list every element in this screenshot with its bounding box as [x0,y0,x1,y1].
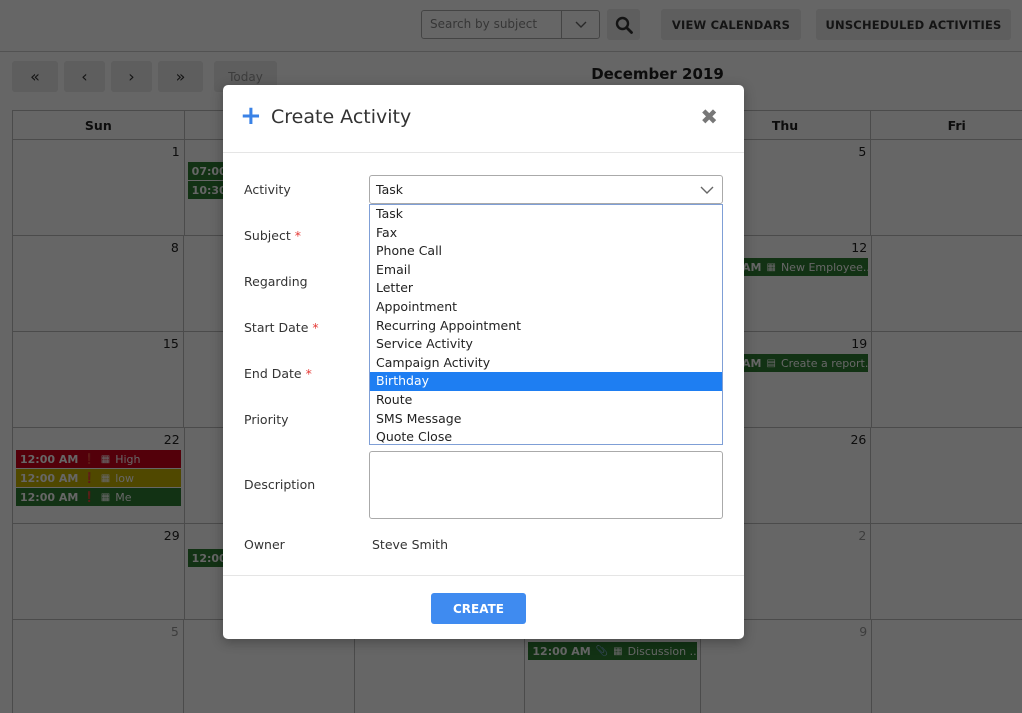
chevron-down-icon [700,186,714,194]
activity-options-list: Task Fax Phone Call Email Letter Appoint… [369,204,723,445]
priority-label: Priority [244,412,289,427]
activity-option[interactable]: Campaign Activity [370,354,722,373]
activity-option[interactable]: Task [370,205,722,224]
activity-option[interactable]: Fax [370,224,722,243]
activity-select[interactable]: Task [369,175,723,204]
activity-option[interactable]: SMS Message [370,410,722,429]
required-indicator: * [305,366,312,381]
owner-value: Steve Smith [372,537,448,552]
activity-option[interactable]: Email [370,261,722,280]
regarding-label: Regarding [244,274,308,289]
activity-option[interactable]: Service Activity [370,335,722,354]
plus-icon: + [240,101,262,131]
dialog-title: Create Activity [271,106,412,128]
dialog-footer: CREATE [223,575,744,639]
required-indicator: * [312,320,319,335]
dialog-header: + Create Activity ✖ [223,85,744,153]
end-date-label: End Date * [244,366,312,381]
description-label: Description [244,477,316,492]
activity-option[interactable]: Phone Call [370,242,722,261]
owner-label: Owner [244,537,285,552]
activity-option[interactable]: Quote Close [370,428,722,447]
create-activity-dialog: + Create Activity ✖ Activity Task Subjec… [223,85,744,639]
start-date-label: Start Date * [244,320,319,335]
create-button[interactable]: CREATE [431,593,526,624]
close-icon[interactable]: ✖ [700,105,718,129]
activity-option[interactable]: Birthday [370,372,722,391]
activity-label: Activity [244,182,291,197]
subject-label-text: Subject [244,228,291,243]
start-date-label-text: Start Date [244,320,309,335]
activity-option[interactable]: Route [370,391,722,410]
activity-option[interactable]: Appointment [370,298,722,317]
activity-option[interactable]: Letter [370,279,722,298]
end-date-label-text: End Date [244,366,302,381]
subject-label: Subject * [244,228,301,243]
activity-option[interactable]: Recurring Appointment [370,317,722,336]
description-textarea[interactable] [369,451,723,519]
activity-select-value: Task [376,182,403,197]
required-indicator: * [294,228,301,243]
